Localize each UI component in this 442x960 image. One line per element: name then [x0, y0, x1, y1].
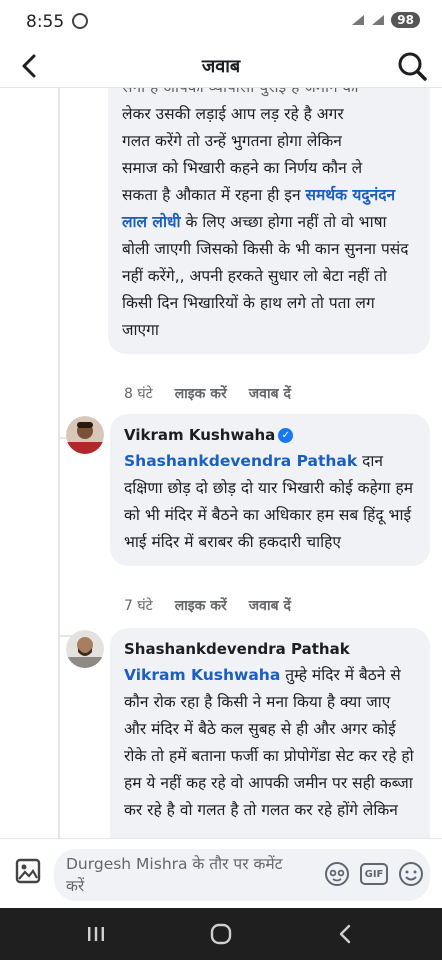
comment-thread: सना ह आपका व्यापासा युराइ ह जमान का लेकर…	[0, 88, 442, 838]
cell-signal-icon	[372, 15, 385, 25]
avatar[interactable]	[66, 416, 104, 454]
comment-author[interactable]: Shashankdevendra Pathak	[124, 638, 416, 660]
comment-bubble: Shashankdevendra Pathak Vikram Kushwaha …	[110, 628, 430, 838]
comment-composer: Durgesh Mishra के तौर पर कमेंट करें GIF	[0, 838, 442, 908]
search-icon[interactable]	[394, 48, 430, 84]
comment-author[interactable]: Vikram Kushwaha	[124, 426, 275, 444]
reply-button[interactable]: जवाब दें	[249, 384, 291, 403]
comment-actions: 7 घंटे लाइक करें जवाब दें	[124, 596, 291, 615]
reply-button[interactable]: जवाब दें	[249, 596, 291, 615]
comment-text-line: लेकर उसकी लड़ाई आप लड़ रहे है अगर	[122, 105, 344, 123]
comment-input-placeholder: Durgesh Mishra के तौर पर कमेंट करें	[66, 855, 283, 893]
avatar-face-icon[interactable]	[324, 861, 350, 887]
battery-indicator: 98	[391, 12, 420, 28]
thread-line	[58, 88, 60, 838]
gif-button[interactable]: GIF	[360, 863, 388, 885]
status-time: 8:55	[26, 12, 65, 32]
comment-bubble: सना ह आपका व्यापासा युराइ ह जमान का लेकर…	[108, 88, 430, 354]
photo-icon[interactable]	[14, 857, 42, 885]
comment-text: के लिए अच्छा होगा नहीं तो वो भाषा बोली ज…	[122, 213, 409, 339]
home-icon[interactable]	[207, 920, 235, 948]
like-button[interactable]: लाइक करें	[175, 596, 227, 615]
comment-text-cut: सना ह आपका व्यापासा युराइ ह जमान का	[122, 88, 416, 101]
comment-time: 7 घंटे	[124, 598, 153, 614]
wifi-signal-icon	[352, 15, 365, 25]
comment-time: 8 घंटे	[124, 386, 153, 402]
whatsapp-notification-icon	[72, 13, 88, 29]
comment-text: तुम्हे मंदिर में बैठने से कौन रोक रहा है…	[124, 666, 414, 819]
emoji-icon[interactable]	[398, 861, 424, 887]
comment-actions: 8 घंटे लाइक करें जवाब दें	[124, 384, 291, 403]
comment-text-line: समाज को भिखारी कहने का निर्णय कौन ले	[122, 159, 363, 177]
status-icons: 98	[351, 12, 420, 28]
verified-badge-icon: ✓	[278, 428, 294, 443]
composer-actions: GIF	[324, 861, 424, 887]
like-button[interactable]: लाइक करें	[175, 384, 227, 403]
system-navigation-bar	[0, 908, 442, 960]
status-bar: 8:55 98	[0, 0, 442, 44]
comment-input[interactable]: Durgesh Mishra के तौर पर कमेंट करें GIF	[54, 849, 430, 901]
back-nav-icon[interactable]	[332, 920, 360, 948]
comment-text: सकता है औकात में रहना ही इन	[122, 186, 306, 204]
page-title: जवाब	[201, 56, 241, 77]
comment-bubble: Vikram Kushwaha ✓ Shashankdevendra Pathak…	[110, 414, 430, 566]
recent-apps-icon[interactable]	[82, 920, 110, 948]
top-app-bar: जवाब	[0, 44, 442, 88]
mention-tag[interactable]: Shashankdevendra Pathak	[124, 452, 357, 470]
mention-tag[interactable]: Vikram Kushwaha	[124, 666, 280, 684]
avatar[interactable]	[66, 630, 104, 668]
comment-text-line: गलत करेंगे तो उन्हें भुगतना होगा लेकिन	[122, 132, 342, 150]
